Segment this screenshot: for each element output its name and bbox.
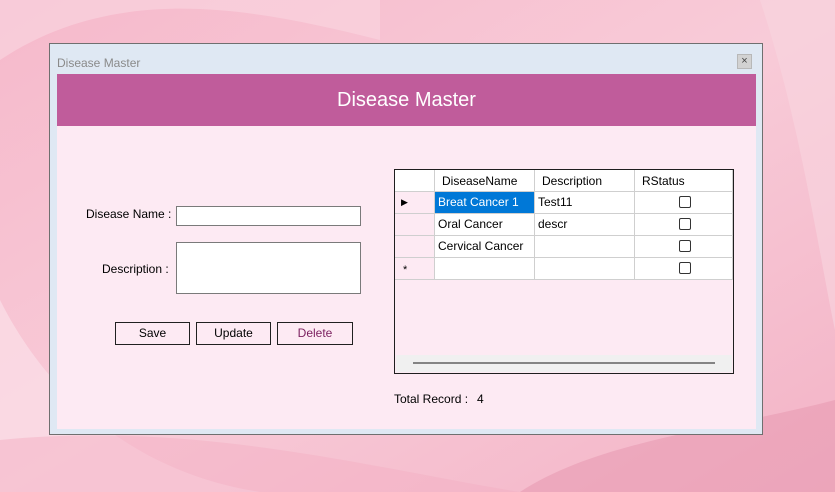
form-client-area: Disease Master Disease Name : Descriptio… — [57, 74, 756, 429]
total-record-label: Total Record : — [394, 392, 469, 406]
grid-cell-name[interactable]: Oral Cancer — [435, 214, 535, 236]
update-button[interactable]: Update — [196, 322, 271, 345]
grid-cell-description[interactable]: descr — [535, 214, 635, 236]
description-label: Description : — [102, 262, 169, 276]
scrollbar-thumb[interactable] — [413, 362, 715, 364]
disease-grid[interactable]: DiseaseName Description RStatus ▶ Breat … — [394, 169, 734, 374]
disease-name-input[interactable] — [176, 206, 361, 226]
close-icon: × — [741, 55, 748, 67]
current-row-arrow-icon: ▶ — [401, 197, 408, 207]
total-record-value: 4 — [477, 392, 484, 406]
column-header-description[interactable]: Description — [535, 170, 635, 192]
window-title: Disease Master — [57, 56, 141, 70]
grid-corner-header — [395, 170, 435, 192]
row-header[interactable] — [395, 214, 435, 236]
new-row-asterisk-icon: * — [403, 264, 408, 276]
delete-button[interactable]: Delete — [277, 322, 353, 345]
page-title: Disease Master — [337, 89, 476, 111]
new-row-indicator[interactable]: * — [395, 258, 435, 280]
rstatus-checkbox[interactable] — [679, 218, 691, 230]
rstatus-checkbox[interactable] — [679, 262, 691, 274]
disease-master-window: Disease Master × Disease Master Disease … — [49, 43, 763, 435]
grid-cell-rstatus[interactable] — [635, 214, 733, 236]
grid-cell-description[interactable] — [535, 258, 635, 280]
grid-cell-name[interactable] — [435, 258, 535, 280]
description-input[interactable] — [176, 242, 361, 294]
grid-cell-rstatus[interactable] — [635, 236, 733, 258]
column-header-rstatus[interactable]: RStatus — [635, 170, 733, 192]
grid-cell-description[interactable] — [535, 236, 635, 258]
grid-cell-description[interactable]: Test11 — [535, 192, 635, 214]
grid-cell-name[interactable]: Breat Cancer 1 — [435, 192, 535, 214]
disease-name-label: Disease Name : — [86, 207, 172, 221]
column-header-diseasename[interactable]: DiseaseName — [435, 170, 535, 192]
rstatus-checkbox[interactable] — [679, 196, 691, 208]
save-button[interactable]: Save — [115, 322, 190, 345]
row-indicator-current[interactable]: ▶ — [395, 192, 435, 214]
grid-cell-rstatus[interactable] — [635, 192, 733, 214]
grid-cell-name[interactable]: Cervical Cancer — [435, 236, 535, 258]
close-button[interactable]: × — [737, 54, 752, 69]
rstatus-checkbox[interactable] — [679, 240, 691, 252]
page-header: Disease Master — [57, 74, 756, 126]
grid-cell-rstatus[interactable] — [635, 258, 733, 280]
row-header[interactable] — [395, 236, 435, 258]
title-bar: Disease Master × — [50, 44, 762, 74]
horizontal-scrollbar[interactable] — [396, 355, 732, 372]
